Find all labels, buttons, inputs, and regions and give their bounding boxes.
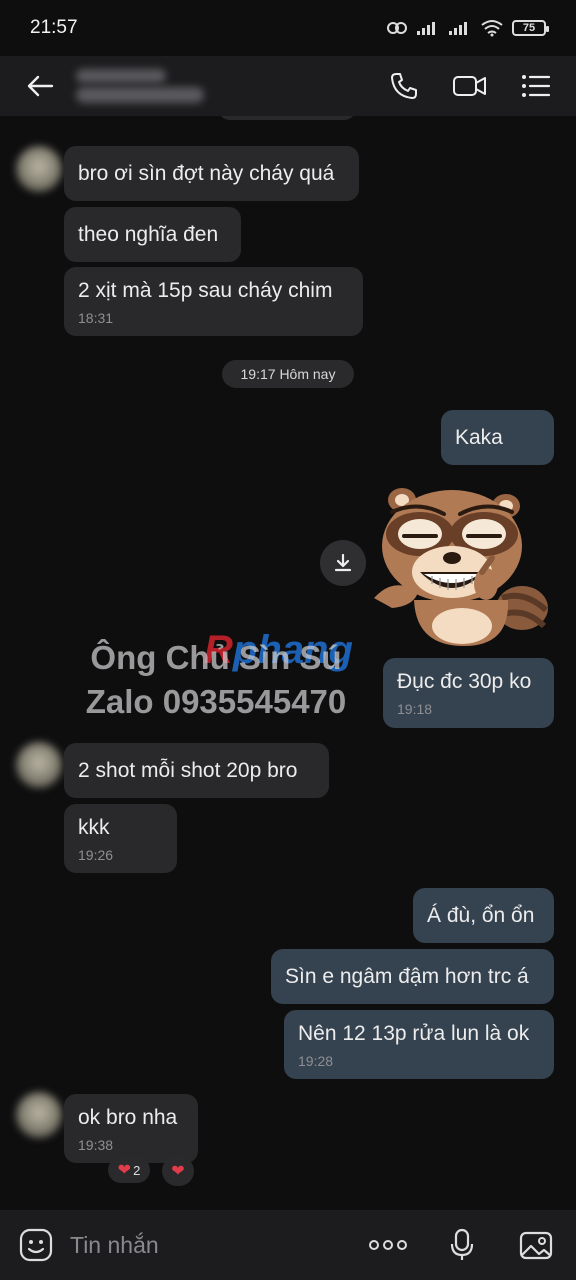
heart-icon: ❤ xyxy=(171,1163,185,1180)
message-text: theo nghĩa đen xyxy=(78,222,219,246)
image-icon xyxy=(519,1231,553,1260)
arrow-left-icon xyxy=(27,75,54,97)
menu-button[interactable] xyxy=(516,66,556,106)
message-bubble[interactable]: kkk 19:26 xyxy=(64,804,177,873)
message-text: 2 shot mỗi shot 20p bro xyxy=(78,758,298,782)
heart-icon: ❤ xyxy=(117,1162,132,1179)
link-icon xyxy=(387,22,407,34)
reaction-count: 2 xyxy=(133,1162,141,1178)
battery-icon: 75 xyxy=(512,20,549,36)
image-button[interactable] xyxy=(516,1225,556,1265)
more-dots-icon xyxy=(369,1240,407,1250)
message-bubble[interactable]: Đục đc 30p ko 19:18 xyxy=(383,658,554,728)
message-text: ok bro nha xyxy=(78,1105,178,1129)
menu-list-icon xyxy=(522,75,551,97)
raccoon-sticker[interactable] xyxy=(374,480,554,648)
date-divider: 19:17 Hôm nay xyxy=(222,360,354,388)
message-text: Sìn e ngâm đậm hơn trc á xyxy=(285,964,529,988)
wifi-icon xyxy=(481,20,503,37)
message-text: Á đù, ổn ổn xyxy=(427,903,535,927)
video-call-icon xyxy=(453,76,486,96)
add-reaction-button[interactable]: ❤ xyxy=(162,1156,194,1186)
message-bubble[interactable]: ok bro nha 19:38 xyxy=(64,1094,198,1163)
message-text: bro ơi sìn đợt này cháy quá xyxy=(78,161,335,185)
call-button[interactable] xyxy=(384,66,424,106)
download-icon xyxy=(334,553,352,572)
watermark-line-1: Ông Chủ Sìn Sú xyxy=(90,639,342,676)
watermark: Rphang Ông Chủ Sìn Sú Zalo 0935545470 xyxy=(56,628,376,724)
message-bubble[interactable]: Nên 12 13p rửa lun là ok 19:28 xyxy=(284,1010,554,1079)
message-text: 2 xịt mà 15p sau cháy chim xyxy=(78,278,333,302)
chat-header xyxy=(0,56,576,116)
message-list[interactable]: bro ơi sìn đợt này cháy quá theo nghĩa đ… xyxy=(0,116,576,1210)
more-button[interactable] xyxy=(368,1225,408,1265)
message-composer: Tin nhắn xyxy=(0,1210,576,1280)
signal-icon-2 xyxy=(449,22,467,35)
message-time: 19:28 xyxy=(298,1052,334,1069)
message-text: Kaka xyxy=(455,425,503,449)
avatar[interactable] xyxy=(16,1092,62,1138)
download-button[interactable] xyxy=(320,540,366,586)
message-bubble[interactable]: Kaka xyxy=(441,410,554,465)
status-time: 21:57 xyxy=(30,17,78,38)
message-bubble[interactable]: bro ơi sìn đợt này cháy quá xyxy=(64,146,359,201)
signal-icon xyxy=(417,22,435,35)
message-bubble[interactable]: Sìn e ngâm đậm hơn trc á xyxy=(271,949,554,1004)
message-time: 19:18 xyxy=(397,701,433,717)
message-bubble[interactable]: theo nghĩa đen xyxy=(64,207,241,262)
message-time: 18:31 xyxy=(78,309,114,326)
message-bubble[interactable]: Á đù, ổn ổn xyxy=(413,888,554,943)
status-bar: 21:57 75 xyxy=(0,0,576,56)
watermark-line-2: Zalo 0935545470 xyxy=(85,683,347,720)
message-time: 19:26 xyxy=(78,846,114,863)
message-bubble-partial xyxy=(218,116,356,120)
phone-icon xyxy=(391,73,417,99)
message-time: 19:38 xyxy=(78,1136,114,1153)
message-text: kkk xyxy=(78,815,110,839)
video-call-button[interactable] xyxy=(450,66,490,106)
back-button[interactable] xyxy=(20,66,60,106)
message-bubble[interactable]: 2 shot mỗi shot 20p bro xyxy=(64,743,329,798)
emoji-button[interactable] xyxy=(16,1225,56,1265)
contact-name[interactable] xyxy=(76,69,384,103)
reaction-count-badge[interactable]: ❤ 2 xyxy=(108,1157,150,1183)
microphone-button[interactable] xyxy=(442,1225,482,1265)
message-text: Nên 12 13p rửa lun là ok xyxy=(298,1021,530,1045)
message-input[interactable]: Tin nhắn xyxy=(70,1232,368,1259)
microphone-icon xyxy=(450,1228,474,1260)
message-bubble[interactable]: 2 xịt mà 15p sau cháy chim 18:31 xyxy=(64,267,363,336)
status-icons: 75 xyxy=(386,19,549,37)
avatar[interactable] xyxy=(16,146,62,192)
avatar[interactable] xyxy=(16,742,62,788)
emoji-icon xyxy=(19,1228,53,1262)
message-text: Đục đc 30p ko xyxy=(397,670,532,693)
